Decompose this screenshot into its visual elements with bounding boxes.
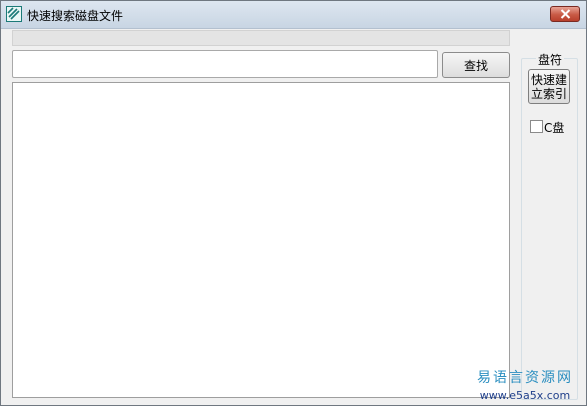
watermark-title: 易语言资源网	[477, 370, 573, 386]
watermark: 易语言资源网 www.e5a5x.com	[467, 369, 583, 405]
window-title: 快速搜索磁盘文件	[27, 9, 124, 23]
close-button[interactable]	[550, 6, 580, 22]
find-button[interactable]: 查找	[442, 52, 510, 78]
build-index-label-line2: 立索引	[530, 87, 567, 101]
main-window: 快速搜索磁盘文件 查找 盘符 快速建 立索引 C盘 易语言资源网 www.e5a…	[0, 0, 587, 406]
app-logo-icon	[6, 6, 22, 22]
drive-group-box	[521, 58, 578, 400]
build-index-button[interactable]: 快速建 立索引	[528, 69, 570, 104]
status-strip	[12, 30, 510, 46]
drive-group-label: 盘符	[536, 51, 565, 68]
result-list[interactable]	[12, 82, 510, 398]
search-input[interactable]	[12, 50, 438, 78]
title-bar[interactable]: 快速搜索磁盘文件	[1, 1, 586, 29]
watermark-url: www.e5a5x.com	[479, 389, 571, 402]
build-index-label-line1: 快速建	[530, 73, 567, 87]
close-icon	[560, 9, 571, 19]
drive-c-label[interactable]: C盘	[544, 119, 564, 136]
drive-c-checkbox[interactable]	[530, 120, 543, 133]
